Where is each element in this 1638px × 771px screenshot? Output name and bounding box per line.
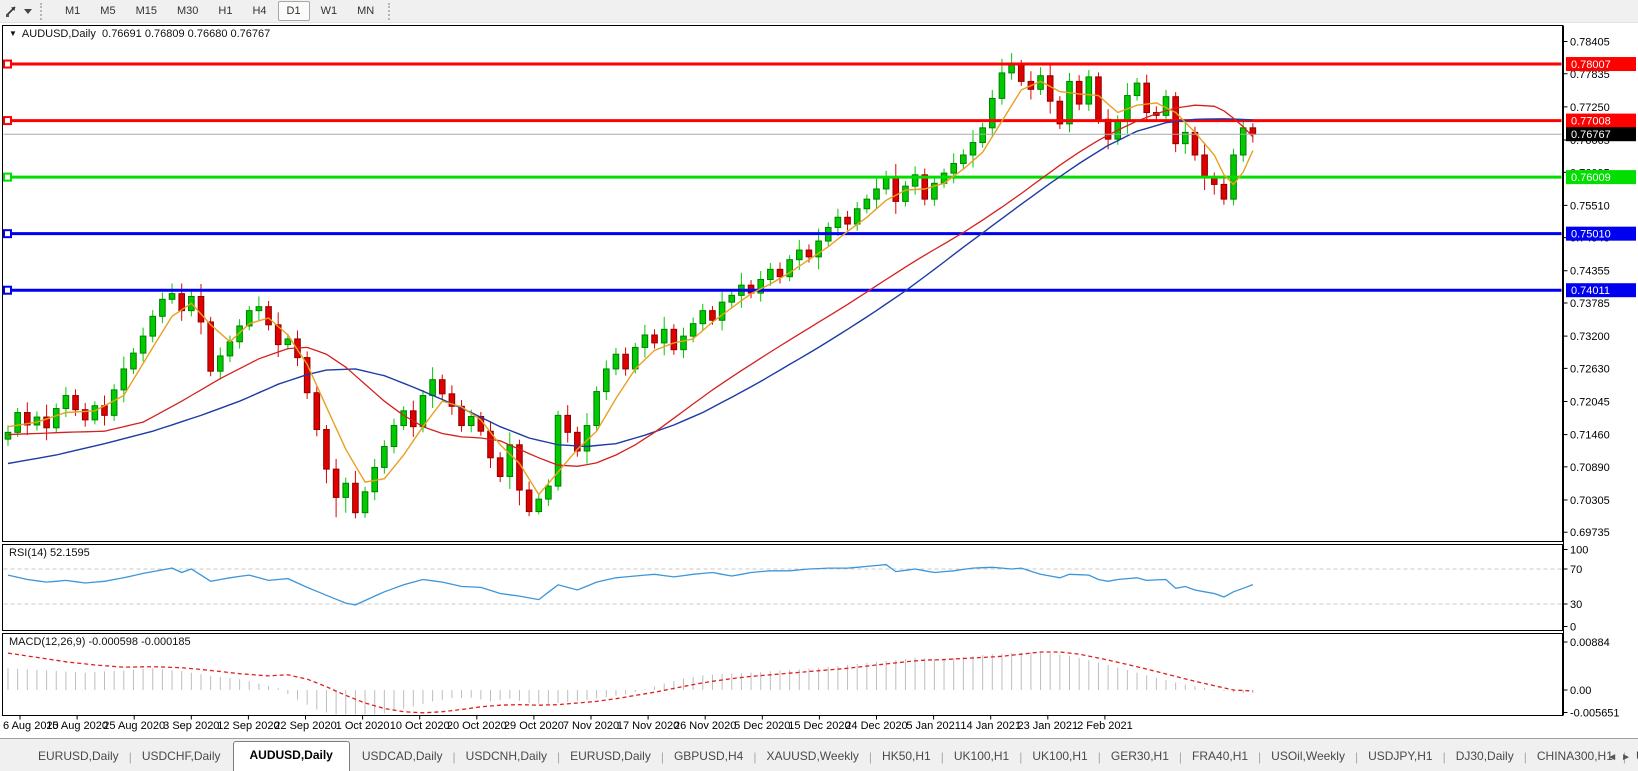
chart-tab-usdcnh-daily[interactable]: USDCNH,Daily	[456, 743, 557, 771]
time-axis-label: 22 Sep 2020	[274, 720, 336, 732]
ma_fast-line	[8, 81, 1253, 494]
time-axis-label: 26 Nov 2020	[674, 720, 736, 732]
svg-text:0.71460: 0.71460	[1570, 430, 1610, 442]
svg-text:0: 0	[1570, 622, 1576, 634]
chart-tab-bar: EURUSD,Daily|USDCHF,DailyAUDUSD,DailyUSD…	[0, 738, 1638, 771]
chart-tab-eurusd-daily[interactable]: EURUSD,Daily	[28, 743, 129, 771]
macd-main-value: -0.000598	[88, 636, 138, 648]
chart-tab-fra40-h1[interactable]: FRA40,H1	[1182, 743, 1258, 771]
rsi-pane[interactable]	[3, 545, 1563, 631]
time-axis-label: 29 Oct 2020	[504, 720, 564, 732]
chart-canvas[interactable]: 0.784050.778350.772500.766650.760950.755…	[0, 0, 1638, 738]
time-axis-label: 24 Dec 2020	[845, 720, 907, 732]
rsi-levels	[4, 569, 1562, 604]
time-axis-label: 5 Dec 2020	[734, 720, 790, 732]
chart-tab-usdchf-daily[interactable]: USDCHF,Daily	[132, 743, 231, 771]
svg-text:0.76767: 0.76767	[1571, 129, 1611, 141]
chart-tab-usdcad-daily[interactable]: USDCAD,Daily	[352, 743, 453, 771]
macd-signal-value: -0.000185	[141, 636, 191, 648]
ohlc-high: 0.76809	[145, 28, 185, 40]
macd-signal-line	[8, 652, 1253, 713]
chart-tab-eurusd-daily[interactable]: EURUSD,Daily	[560, 743, 661, 771]
hline-handle[interactable]	[4, 287, 11, 294]
macd-indicator-label: MACD(12,26,9) -0.000598 -0.000185	[9, 636, 191, 648]
svg-text:0.00: 0.00	[1570, 685, 1591, 697]
time-axis-label: 14 Jan 2021	[960, 720, 1021, 732]
svg-text:0.75510: 0.75510	[1570, 200, 1610, 212]
time-axis-label: 2 Feb 2021	[1077, 720, 1133, 732]
tab-scroll-right-icon[interactable]: ►	[1621, 752, 1635, 763]
price-pane[interactable]	[3, 26, 1563, 542]
svg-text:0.00884: 0.00884	[1570, 637, 1610, 649]
svg-text:100: 100	[1570, 545, 1588, 557]
macd-histogram	[8, 653, 1253, 715]
rsi-indicator-label: RSI(14) 52.1595	[9, 547, 90, 559]
svg-text:0.76009: 0.76009	[1571, 172, 1611, 184]
chart-tab-usoil-weekly[interactable]: USOil,Weekly	[1261, 743, 1355, 771]
ma_slow-line	[8, 105, 1253, 466]
time-axis-label: 25 Aug 2020	[103, 720, 165, 732]
chart-symbol-period: AUDUSD,Daily	[22, 28, 96, 40]
chart-tab-xauusd-weekly[interactable]: XAUUSD,Weekly	[756, 743, 868, 771]
svg-text:0.70890: 0.70890	[1570, 462, 1610, 474]
svg-text:0.72045: 0.72045	[1570, 396, 1610, 408]
hline-handle[interactable]	[4, 174, 11, 181]
time-axis-label: 12 Sep 2020	[217, 720, 279, 732]
svg-text:-0.005651: -0.005651	[1570, 708, 1620, 720]
chart-tab-dj30-daily[interactable]: DJ30,Daily	[1446, 743, 1524, 771]
time-axis-label: 15 Aug 2020	[46, 720, 108, 732]
svg-text:0.74011: 0.74011	[1571, 285, 1610, 297]
horizontal-lines-layer[interactable]	[4, 61, 1562, 294]
time-axis-label: 7 Nov 2020	[563, 720, 619, 732]
chart-tab-audusd-daily[interactable]: AUDUSD,Daily	[233, 741, 350, 771]
time-axis-label: 15 Dec 2020	[788, 720, 850, 732]
chart-ohlc-header: ▼ AUDUSD,Daily 0.76691 0.76809 0.76680 0.…	[9, 28, 270, 40]
time-axis-label: 5 Jan 2021	[906, 720, 960, 732]
svg-text:0.77008: 0.77008	[1571, 116, 1611, 128]
rsi-name: RSI(14)	[9, 547, 47, 559]
candlesticks-layer[interactable]	[5, 53, 1255, 518]
time-axis-label: 1 Oct 2020	[336, 720, 390, 732]
hline-handle[interactable]	[4, 230, 11, 237]
time-axis-label: 3 Sep 2020	[163, 720, 219, 732]
rsi-value: 52.1595	[50, 547, 90, 559]
tab-scroll-arrows: ◄►	[1607, 752, 1635, 763]
chart-tab-uk100-h1[interactable]: UK100,H1	[1022, 743, 1097, 771]
time-axis: 6 Aug 202015 Aug 202025 Aug 20203 Sep 20…	[3, 716, 1133, 733]
svg-text:70: 70	[1570, 564, 1582, 576]
trading-platform-window: M1M5M15M30H1H4D1W1MN 0.784050.778350.772…	[0, 0, 1638, 771]
macd-name: MACD(12,26,9)	[9, 636, 85, 648]
svg-text:0.72630: 0.72630	[1570, 363, 1610, 375]
chart-symbol-collapse-icon[interactable]: ▼	[9, 29, 17, 38]
time-axis-label: 10 Oct 2020	[390, 720, 450, 732]
hline-handle[interactable]	[4, 61, 11, 68]
svg-text:0.69735: 0.69735	[1570, 527, 1610, 539]
ohlc-close: 0.76767	[231, 28, 271, 40]
tab-scroll-left-icon[interactable]: ◄	[1607, 752, 1621, 763]
ohlc-open: 0.76691	[102, 28, 142, 40]
hline-handle[interactable]	[4, 117, 11, 124]
svg-text:0.74355: 0.74355	[1570, 266, 1610, 278]
chart-tab-hk50-h1[interactable]: HK50,H1	[872, 743, 941, 771]
chart-tab-uk100-h1[interactable]: UK100,H1	[944, 743, 1019, 771]
macd-pane[interactable]	[3, 634, 1563, 716]
rsi-line	[8, 565, 1253, 605]
svg-text:0.78405: 0.78405	[1570, 37, 1610, 49]
price-axis-labels: 0.784050.778350.772500.766650.760950.755…	[1564, 37, 1637, 720]
svg-text:0.78007: 0.78007	[1571, 59, 1611, 71]
svg-text:0.73785: 0.73785	[1570, 298, 1610, 310]
chart-tab-ger30-h1[interactable]: GER30,H1	[1101, 743, 1179, 771]
svg-text:0.77250: 0.77250	[1570, 102, 1610, 114]
svg-text:30: 30	[1570, 599, 1582, 611]
time-axis-label: 23 Jan 2021	[1018, 720, 1079, 732]
time-axis-label: 17 Nov 2020	[617, 720, 679, 732]
ohlc-low: 0.76680	[188, 28, 228, 40]
svg-text:0.70305: 0.70305	[1570, 495, 1610, 507]
svg-text:0.73200: 0.73200	[1570, 331, 1610, 343]
chart-tab-gbpusd-h4[interactable]: GBPUSD,H4	[664, 743, 753, 771]
svg-text:0.75010: 0.75010	[1571, 229, 1611, 241]
time-axis-label: 20 Oct 2020	[447, 720, 507, 732]
chart-tab-usdjpy-h1[interactable]: USDJPY,H1	[1358, 743, 1442, 771]
